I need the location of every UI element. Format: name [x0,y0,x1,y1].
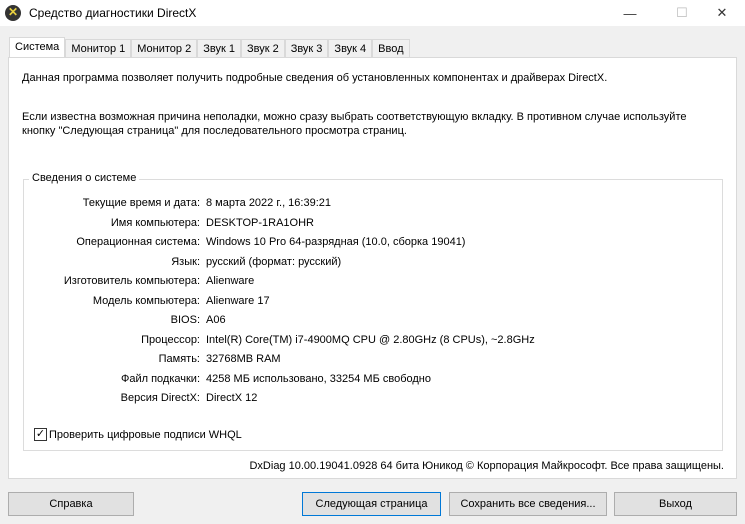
info-label: Процессор: [141,333,200,346]
info-label: Версия DirectX: [120,392,200,404]
info-label: Модель компьютера: [92,294,200,307]
group-title: Сведения о системе [29,172,140,184]
info-label: Изготовитель компьютера: [63,275,200,287]
info-value: A06 [206,314,226,326]
info-row: Память: 32768MB RAM [24,353,724,369]
next-page-button[interactable]: Следующая страница [302,492,441,516]
info-value: 8 марта 2022 г., 16:39:21 [206,197,332,209]
tab-monitor-2[interactable]: Монитор 2 [131,39,198,58]
info-value: DESKTOP-1RA1OHR [206,216,314,229]
info-label: Имя компьютера: [110,216,200,229]
minimize-button[interactable]: — [607,0,653,26]
tab-monitor-1[interactable]: Монитор 1 [65,39,132,58]
checkbox-check-icon[interactable]: ✓ [34,428,47,441]
info-row: Версия DirectX: DirectX 12 [24,392,724,408]
tab-system[interactable]: Система [9,37,66,58]
info-value: 4258 МБ использовано, 33254 МБ свободно [206,372,431,385]
instructions-text: Если известна возможная причина неполадк… [22,111,687,137]
system-tab-panel: Данная программа позволяет получить подр… [8,57,737,479]
whql-checkbox[interactable]: ✓ Проверить цифровые подписи WHQL [34,428,242,441]
tab-input[interactable]: Ввод [372,39,410,58]
directx-app-icon [5,5,21,21]
whql-label: Проверить цифровые подписи WHQL [49,428,242,441]
info-value: 32768MB RAM [206,353,281,365]
info-value: русский (формат: русский) [206,255,342,268]
system-info-group: Сведения о системе Текущие время и дата:… [23,172,724,451]
info-row: Изготовитель компьютера: Alienware [24,275,724,291]
close-button[interactable]: ✕ [699,0,745,26]
info-value: DirectX 12 [206,392,258,404]
info-label: Файл подкачки: [120,372,200,385]
info-row: Файл подкачки: 4258 МБ использовано, 3325… [24,373,724,389]
help-button[interactable]: Справка [8,492,134,516]
tab-sound-2[interactable]: Звук 2 [240,39,285,58]
intro-text: Данная программа позволяет получить подр… [22,72,608,84]
info-value: Intel(R) Core(TM) i7-4900MQ CPU @ 2.80GH… [206,333,535,346]
info-row: Текущие время и дата: 8 марта 2022 г., 16… [24,197,724,213]
window-title: Средство диагностики DirectX [29,6,197,20]
version-footer: DxDiag 10.00.19041.0928 64 бита Юникод ©… [249,460,724,472]
tab-sound-4[interactable]: Звук 4 [328,39,373,58]
info-row: Язык: русский (формат: русский) [24,256,724,272]
info-label: BIOS: [170,314,200,326]
save-all-info-button[interactable]: Сохранить все сведения... [449,492,607,516]
info-label: Память: [158,353,200,365]
info-row: Операционная система: Windows 10 Pro 64-р… [24,236,724,252]
info-label: Текущие время и дата: [82,197,200,209]
info-row: Процессор: Intel(R) Core(TM) i7-4900MQ CP… [24,334,724,350]
info-row: Имя компьютера: DESKTOP-1RA1OHR [24,217,724,233]
info-value: Alienware 17 [206,294,270,307]
title-bar: Средство диагностики DirectX — ☐ ✕ [0,0,745,26]
info-row: BIOS: A06 [24,314,724,330]
info-label: Операционная система: [76,236,200,248]
tab-bar: Система Монитор 1 Монитор 2 Звук 1 Звук … [9,37,410,58]
info-label: Язык: [171,255,200,268]
info-row: Модель компьютера: Alienware 17 [24,295,724,311]
exit-button[interactable]: Выход [614,492,737,516]
info-value: Windows 10 Pro 64-разрядная (10.0, сборк… [206,236,466,248]
tab-sound-3[interactable]: Звук 3 [284,39,329,58]
tab-sound-1[interactable]: Звук 1 [197,39,241,58]
info-value: Alienware [206,275,255,287]
